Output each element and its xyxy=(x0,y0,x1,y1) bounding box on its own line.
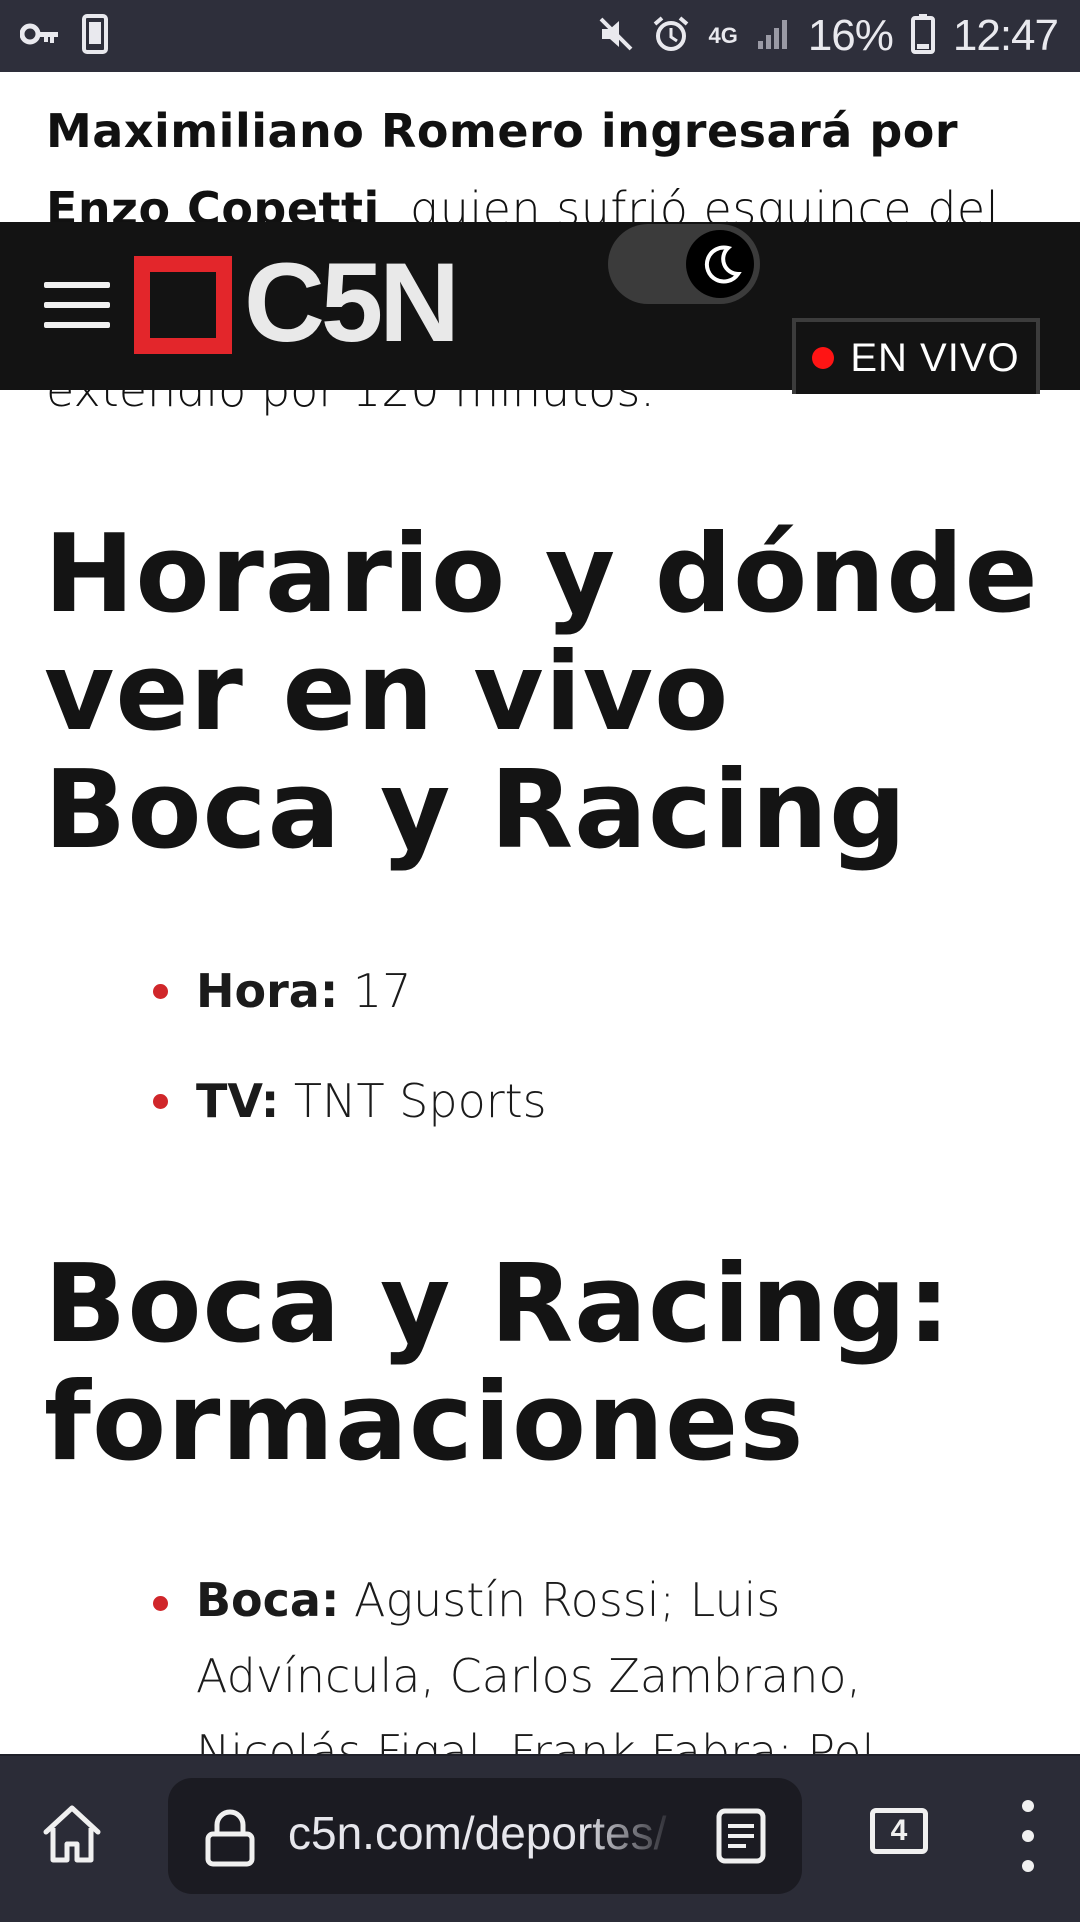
live-dot-icon xyxy=(812,347,835,369)
site-header: C5N EN VIVO xyxy=(0,222,1080,394)
moon-icon xyxy=(686,230,754,298)
reader-mode-icon[interactable] xyxy=(716,1808,766,1864)
heading-lineups: Boca y Racing: formaciones xyxy=(44,1242,952,1485)
live-label: EN VIVO xyxy=(850,335,1020,380)
battery-icon xyxy=(910,14,935,58)
item-label: Boca: xyxy=(196,1573,340,1627)
network-type: 4G xyxy=(708,23,738,48)
sd-card-icon xyxy=(82,14,108,58)
clock: 12:47 xyxy=(952,11,1059,60)
live-button[interactable]: EN VIVO xyxy=(792,318,1040,394)
item-label: TV: xyxy=(196,1074,280,1128)
mute-icon xyxy=(598,16,634,56)
schedule-list: Hora: 17 TV: TNT Sports xyxy=(0,950,1080,1170)
menu-hamburger-icon[interactable] xyxy=(44,282,110,328)
item-value: 17 xyxy=(338,964,412,1018)
item-value: TNT Sports xyxy=(279,1074,547,1128)
dark-mode-toggle[interactable] xyxy=(608,224,760,304)
battery-percent: 16% xyxy=(807,11,894,60)
signal-icon xyxy=(756,17,790,55)
browser-toolbar: c5n.com/deportes/ 4 xyxy=(0,1754,1080,1922)
item-label: Hora: xyxy=(196,964,339,1018)
status-bar: 4G 16% 12:47 xyxy=(0,0,1080,72)
lock-icon[interactable] xyxy=(202,1808,258,1868)
key-icon xyxy=(19,22,60,50)
list-item: TV: TNT Sports xyxy=(0,1060,1080,1170)
alarm-icon xyxy=(652,15,690,57)
logo-square[interactable] xyxy=(134,256,232,354)
list-item: Hora: 17 xyxy=(0,950,1080,1060)
home-icon[interactable] xyxy=(40,1802,104,1866)
url-text[interactable]: c5n.com/deportes/ xyxy=(288,1806,678,1860)
more-menu-icon[interactable] xyxy=(1016,1800,1040,1874)
lineup-list: Boca: Agustín Rossi; Luis Advíncula, Car… xyxy=(0,1562,1080,1754)
address-bar[interactable]: c5n.com/deportes/ xyxy=(168,1778,802,1894)
list-item: Boca: Agustín Rossi; Luis Advíncula, Car… xyxy=(0,1562,1080,1754)
tabs-button[interactable]: 4 xyxy=(870,1808,928,1854)
site-logo[interactable]: C5N xyxy=(244,238,460,368)
heading-schedule: Horario y dónde ver en vivo Boca y Racin… xyxy=(44,512,1039,873)
